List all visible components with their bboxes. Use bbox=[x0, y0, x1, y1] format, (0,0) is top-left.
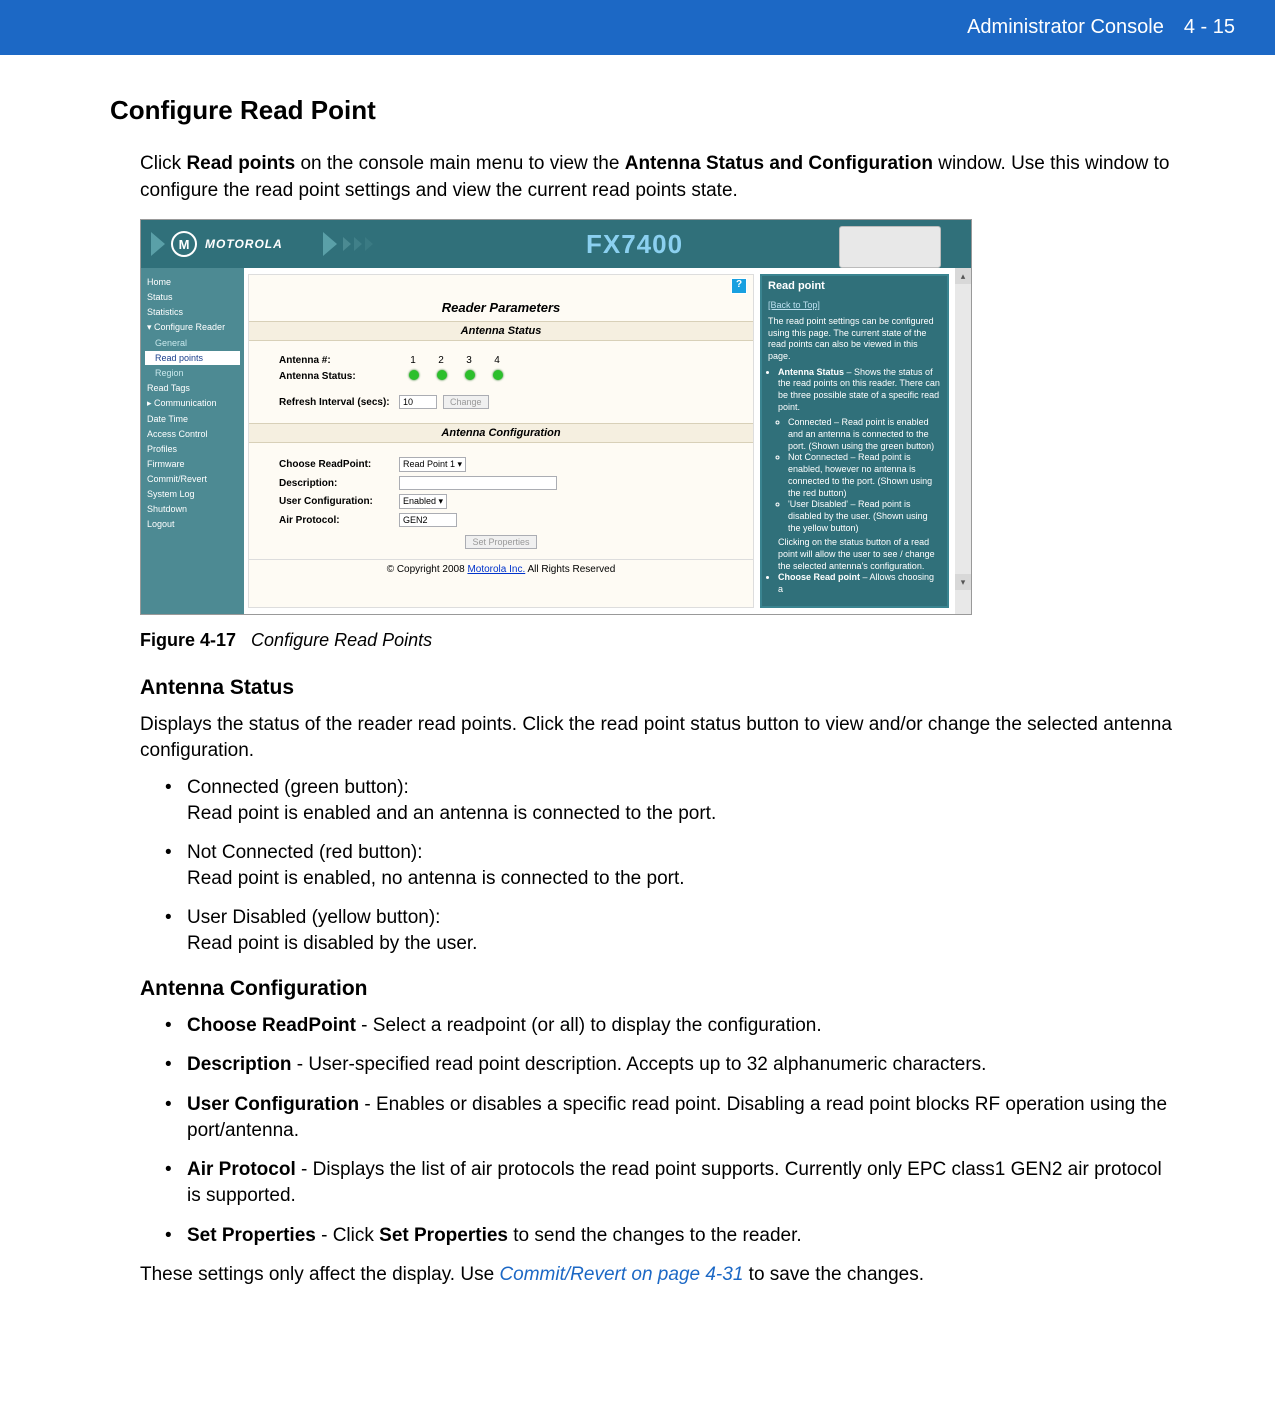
description-input[interactable] bbox=[399, 476, 557, 490]
motorola-logo: M MOTOROLA bbox=[171, 231, 283, 257]
list-item: Air Protocol - Displays the list of air … bbox=[165, 1157, 1175, 1208]
page-header: Administrator Console 4 - 15 bbox=[0, 0, 1275, 55]
main-panel: ? Reader Parameters Antenna Status Anten… bbox=[248, 274, 754, 608]
figure-caption: Figure 4-17 Configure Read Points bbox=[140, 630, 1175, 651]
sidebar-item-communication[interactable]: ▸ Communication bbox=[145, 396, 240, 411]
sidebar-item-readtags[interactable]: Read Tags bbox=[145, 381, 240, 395]
antenna-status-2[interactable] bbox=[437, 370, 447, 380]
refresh-input[interactable] bbox=[399, 395, 437, 409]
list-item: User Configuration - Enables or disables… bbox=[165, 1092, 1175, 1143]
list-item: Not Connected (red button):Read point is… bbox=[165, 840, 1175, 891]
sidebar-item-logout[interactable]: Logout bbox=[145, 517, 240, 531]
antenna-status-label: Antenna Status: bbox=[279, 371, 399, 382]
set-properties-button[interactable]: Set Properties bbox=[465, 535, 536, 549]
change-button[interactable]: Change bbox=[443, 395, 489, 409]
commit-revert-link[interactable]: Commit/Revert on page 4-31 bbox=[499, 1264, 743, 1285]
device-model: FX7400 bbox=[586, 229, 683, 260]
choose-readpoint-label: Choose ReadPoint: bbox=[279, 459, 399, 470]
list-item: Choose ReadPoint - Select a readpoint (o… bbox=[165, 1013, 1175, 1039]
figure-screenshot: M MOTOROLA FX7400 Home Status Statistics… bbox=[140, 219, 1175, 615]
scrollbar[interactable]: ▴ ▾ bbox=[955, 268, 971, 614]
help-panel: Read point [Back to Top] The read point … bbox=[760, 274, 949, 608]
sidebar-item-region[interactable]: Region bbox=[145, 366, 240, 380]
refresh-label: Refresh Interval (secs): bbox=[279, 397, 399, 408]
antenna-config-section: Antenna Configuration bbox=[249, 423, 753, 443]
sidebar-item-statistics[interactable]: Statistics bbox=[145, 305, 240, 319]
air-protocol-field[interactable] bbox=[399, 513, 457, 527]
user-config-select[interactable]: Enabled ▾ bbox=[399, 494, 447, 509]
list-item: User Disabled (yellow button):Read point… bbox=[165, 905, 1175, 956]
scroll-up-icon[interactable]: ▴ bbox=[955, 268, 971, 284]
sidebar-nav: Home Status Statistics ▾ Configure Reade… bbox=[141, 268, 244, 614]
footer-note: These settings only affect the display. … bbox=[140, 1262, 1175, 1289]
sidebar-item-configure[interactable]: ▾ Configure Reader bbox=[145, 320, 240, 335]
help-icon[interactable]: ? bbox=[731, 278, 747, 294]
sidebar-item-firmware[interactable]: Firmware bbox=[145, 457, 240, 471]
help-title: Read point bbox=[768, 280, 825, 292]
sidebar-item-readpoints[interactable]: Read points bbox=[145, 351, 240, 365]
antenna-status-section: Antenna Status bbox=[249, 321, 753, 341]
sidebar-item-home[interactable]: Home bbox=[145, 275, 240, 289]
choose-readpoint-select[interactable]: Read Point 1 ▾ bbox=[399, 457, 466, 472]
antenna-status-4[interactable] bbox=[493, 370, 503, 380]
motorola-link[interactable]: Motorola Inc. bbox=[467, 564, 525, 575]
panel-title: Reader Parameters bbox=[249, 294, 753, 321]
list-item: Description - User-specified read point … bbox=[165, 1052, 1175, 1078]
antenna-status-1[interactable] bbox=[409, 370, 419, 380]
antenna-status-3[interactable] bbox=[465, 370, 475, 380]
antenna-number-label: Antenna #: bbox=[279, 355, 399, 366]
section-title: Configure Read Point bbox=[110, 95, 1175, 126]
sidebar-item-status[interactable]: Status bbox=[145, 290, 240, 304]
list-item: Set Properties - Click Set Properties to… bbox=[165, 1223, 1175, 1249]
antenna-status-heading: Antenna Status bbox=[140, 676, 1175, 700]
copyright: © Copyright 2008 Motorola Inc. All Right… bbox=[249, 559, 753, 579]
antenna-config-heading: Antenna Configuration bbox=[140, 977, 1175, 1001]
sidebar-item-access[interactable]: Access Control bbox=[145, 427, 240, 441]
list-item: Connected (green button):Read point is e… bbox=[165, 775, 1175, 826]
sidebar-item-commit[interactable]: Commit/Revert bbox=[145, 472, 240, 486]
intro-paragraph: Click Read points on the console main me… bbox=[140, 151, 1175, 204]
scroll-down-icon[interactable]: ▾ bbox=[955, 574, 971, 590]
breadcrumb-arrow-icon bbox=[354, 237, 362, 251]
page-number: 4 - 15 bbox=[1184, 16, 1235, 39]
air-protocol-label: Air Protocol: bbox=[279, 515, 399, 526]
sidebar-item-datetime[interactable]: Date Time bbox=[145, 412, 240, 426]
help-intro: The read point settings can be configure… bbox=[768, 316, 941, 363]
breadcrumb-arrow-icon bbox=[365, 237, 373, 251]
header-title: Administrator Console bbox=[967, 16, 1164, 39]
breadcrumb-arrow-icon bbox=[323, 232, 337, 256]
device-image bbox=[839, 226, 941, 268]
sidebar-item-shutdown[interactable]: Shutdown bbox=[145, 502, 240, 516]
back-to-top-link[interactable]: [Back to Top] bbox=[768, 300, 820, 310]
user-config-label: User Configuration: bbox=[279, 496, 399, 507]
sidebar-item-profiles[interactable]: Profiles bbox=[145, 442, 240, 456]
breadcrumb-arrow-icon bbox=[343, 237, 351, 251]
sidebar-item-general[interactable]: General bbox=[145, 336, 240, 350]
antenna-status-text: Displays the status of the reader read p… bbox=[140, 712, 1175, 765]
sidebar-item-syslog[interactable]: System Log bbox=[145, 487, 240, 501]
description-label: Description: bbox=[279, 478, 399, 489]
breadcrumb-arrow-icon bbox=[151, 232, 165, 256]
